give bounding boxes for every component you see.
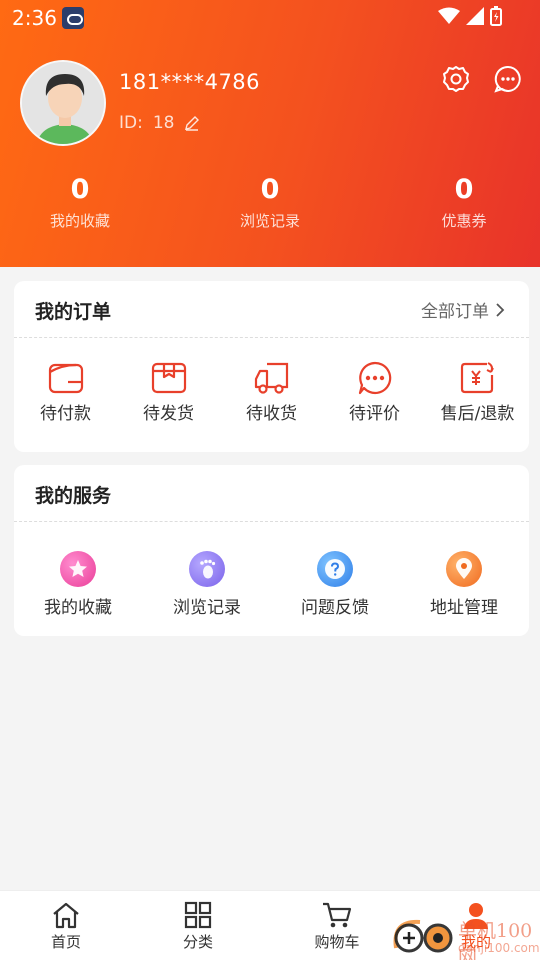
service-address[interactable]: 地址管理 [400,551,528,618]
service-label: 问题反馈 [301,598,369,618]
user-id-row: ID: 18 [119,113,200,133]
profile-header: 2:36 181****4786 ID: 18 0 我的收藏 0 浏览记录 0 … [0,0,540,267]
chevron-right-icon [496,302,505,317]
service-label: 地址管理 [430,598,498,618]
status-time: 2:36 [12,6,57,30]
order-pending-shipment[interactable]: 待发货 [117,361,220,424]
order-pending-payment[interactable]: 待付款 [14,361,117,424]
message-icon[interactable] [493,64,523,94]
stats-row: 0 我的收藏 0 浏览记录 0 优惠券 [0,172,540,242]
service-label: 我的收藏 [44,598,112,618]
home-icon [53,902,79,929]
signal-icon [466,7,484,25]
order-label: 待付款 [40,404,91,424]
avatar[interactable] [20,60,106,146]
app-notification-icon [62,7,84,29]
orders-card: 我的订单 全部订单 待付款 待发货 待收货 待评价 售后/退款 [14,281,529,452]
tab-cart[interactable]: 购物车 [282,901,392,952]
star-icon [60,551,96,587]
order-label: 待收货 [246,404,297,424]
all-orders-label: 全部订单 [421,302,489,322]
battery-icon [490,6,502,26]
stat-label: 我的收藏 [49,212,110,230]
tab-category[interactable]: 分类 [143,901,253,952]
divider [14,521,529,522]
avatar-image [22,62,104,144]
order-label: 待评价 [349,404,400,424]
tab-label: 分类 [182,933,213,951]
order-pending-review[interactable]: 待评价 [323,361,426,424]
service-label: 浏览记录 [173,598,241,618]
wallet-icon [48,363,83,394]
stat-history[interactable]: 0 浏览记录 [190,172,350,231]
wifi-icon [438,7,460,24]
stat-value: 0 [454,174,474,205]
edit-icon[interactable] [184,115,200,131]
grid-icon [184,901,212,929]
stat-value: 0 [260,174,280,205]
all-orders-link[interactable]: 全部订单 [421,297,505,322]
username: 181****4786 [119,70,261,94]
tab-home[interactable]: 首页 [11,901,121,952]
services-card: 我的服务 我的收藏 浏览记录 问题反馈 地址管理 [14,465,529,636]
watermark-logo: 单机100网 danji100.com [390,910,540,960]
service-history[interactable]: 浏览记录 [143,551,271,618]
status-bar: 2:36 [0,0,540,36]
order-label: 售后/退款 [440,404,515,424]
stat-label: 浏览记录 [239,212,300,230]
stat-label: 优惠券 [441,212,487,230]
footprint-icon [189,551,225,587]
settings-gear-icon[interactable] [441,64,471,94]
orders-title: 我的订单 [35,301,112,323]
service-favorites[interactable]: 我的收藏 [14,551,142,618]
stat-value: 0 [70,174,90,205]
stat-favorites[interactable]: 0 我的收藏 [0,172,160,231]
user-id-label: ID: [119,113,143,133]
watermark-url: danji100.com [458,941,540,955]
tab-label: 首页 [50,933,81,951]
service-feedback[interactable]: 问题反馈 [271,551,399,618]
divider [14,337,529,338]
user-id-value: 18 [152,113,175,133]
watermark-mascot-icon [393,919,453,953]
cart-icon [323,902,352,928]
order-pending-receipt[interactable]: 待收货 [220,361,323,424]
comment-icon [358,361,391,395]
truck-icon [254,362,288,394]
services-title: 我的服务 [35,485,112,507]
refund-icon [460,362,494,394]
location-icon [446,551,482,587]
stat-coupons[interactable]: 0 优惠券 [384,172,540,231]
status-icons [438,6,502,26]
package-icon [151,362,186,394]
question-icon [317,551,353,587]
order-after-sales[interactable]: 售后/退款 [426,361,529,424]
order-label: 待发货 [143,404,194,424]
tab-label: 购物车 [314,933,360,951]
